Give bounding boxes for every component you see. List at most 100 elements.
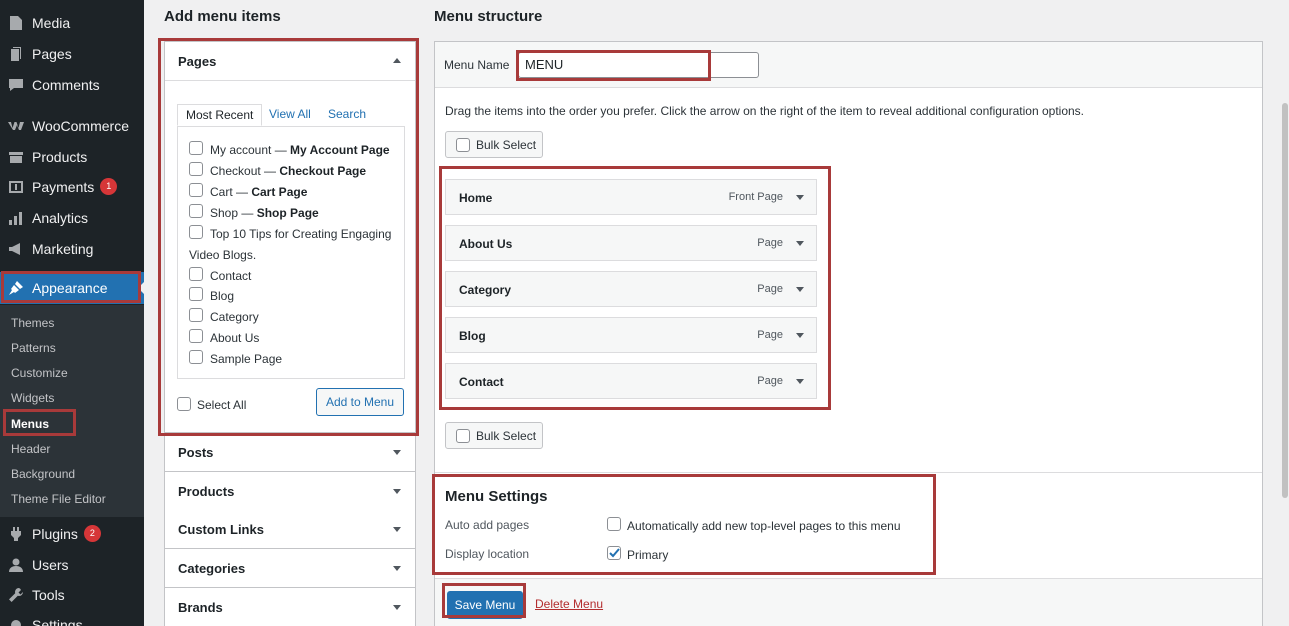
submenu-item-background[interactable]: Background (11, 467, 75, 481)
bulk-select-button-bottom[interactable]: Bulk Select (445, 422, 543, 449)
page-checkbox[interactable] (189, 267, 203, 281)
divider (165, 80, 415, 81)
appearance-icon (8, 280, 24, 296)
bulk-select-checkbox[interactable] (456, 137, 470, 152)
menu-item-contact[interactable]: Contact Page (445, 363, 817, 399)
custom-links-section-title: Custom Links (178, 522, 264, 537)
sidebar-item-label: Products (32, 148, 88, 165)
pages-section-title[interactable]: Pages (178, 54, 216, 69)
divider (435, 472, 1262, 473)
sidebar-item-users[interactable]: Users (0, 549, 144, 580)
menu-item-title: Blog (459, 329, 486, 343)
page-checkbox[interactable] (189, 329, 203, 343)
submenu-item-customize[interactable]: Customize (11, 366, 68, 380)
categories-accordion[interactable]: Categories (164, 549, 416, 588)
bulk-select-checkbox[interactable] (456, 428, 470, 443)
sidebar-item-label: Settings (32, 616, 83, 626)
menu-name-input[interactable]: MENU (518, 52, 759, 78)
sidebar-item-payments[interactable]: Payments 1 (0, 171, 144, 202)
save-menu-button[interactable]: Save Menu (447, 591, 523, 619)
sidebar-item-analytics[interactable]: Analytics (0, 202, 144, 233)
sidebar-item-marketing[interactable]: Marketing (0, 233, 144, 264)
collapse-arrow-icon[interactable] (393, 58, 401, 63)
page-checkbox[interactable] (189, 141, 203, 155)
bulk-select-button-top[interactable]: Bulk Select (445, 131, 543, 158)
menu-item-title: Home (459, 191, 493, 205)
sidebar-item-pages[interactable]: Pages (0, 38, 144, 69)
pages-accordion: Pages Most Recent View All Search My acc… (164, 41, 416, 433)
posts-accordion[interactable]: Posts (164, 433, 416, 472)
page-checkbox[interactable] (189, 287, 203, 301)
delete-menu-link[interactable]: Delete Menu (535, 597, 603, 611)
sidebar-item-woocommerce[interactable]: WooCommerce (0, 110, 144, 141)
sidebar-item-media[interactable]: Media (0, 7, 144, 38)
expand-arrow-icon[interactable] (393, 450, 401, 455)
submenu-item-patterns[interactable]: Patterns (11, 341, 56, 355)
brands-accordion[interactable]: Brands (164, 588, 416, 626)
auto-add-pages-label: Auto add pages (445, 518, 530, 532)
menu-item-category[interactable]: Category Page (445, 271, 817, 307)
products-accordion[interactable]: Products (164, 472, 416, 511)
settings-icon (8, 617, 24, 626)
submenu-item-widgets[interactable]: Widgets (11, 391, 54, 405)
menu-item-blog[interactable]: Blog Page (445, 317, 817, 353)
page-label: Top 10 Tips for Creating Engaging (210, 227, 392, 241)
page-checkbox[interactable] (189, 183, 203, 197)
menu-settings-title: Menu Settings (445, 488, 548, 505)
sidebar-item-label: WooCommerce (32, 117, 129, 134)
primary-location-text: Primary (627, 548, 669, 562)
page-checkbox[interactable] (189, 308, 203, 322)
expand-arrow-icon[interactable] (393, 566, 401, 571)
page-scrollbar[interactable] (1281, 0, 1289, 626)
expand-arrow-icon[interactable] (796, 333, 804, 338)
submenu-item-header[interactable]: Header (11, 442, 50, 456)
menu-item-type: Page (757, 375, 783, 387)
add-to-menu-button[interactable]: Add to Menu (316, 388, 404, 416)
select-all-checkbox[interactable] (177, 397, 191, 411)
page-label: Cart — Cart Page (210, 185, 308, 199)
sidebar-item-label: Pages (32, 45, 72, 62)
expand-arrow-icon[interactable] (393, 605, 401, 610)
page-checkbox[interactable] (189, 162, 203, 176)
expand-arrow-icon[interactable] (393, 489, 401, 494)
page-checkbox[interactable] (189, 225, 203, 239)
sidebar-item-label: Tools (32, 586, 65, 603)
custom-links-accordion[interactable]: Custom Links (164, 510, 416, 549)
scrollbar-thumb[interactable] (1282, 103, 1288, 498)
plugins-icon (8, 526, 24, 542)
expand-arrow-icon[interactable] (393, 527, 401, 532)
sidebar-item-comments[interactable]: Comments (0, 69, 144, 100)
sidebar-item-plugins[interactable]: Plugins 2 (0, 518, 144, 549)
sidebar-item-label: Payments (32, 178, 95, 195)
page-label: Shop — Shop Page (210, 206, 319, 220)
expand-arrow-icon[interactable] (796, 241, 804, 246)
sidebar-item-tools[interactable]: Tools (0, 579, 144, 610)
page-label: Blog (210, 289, 235, 303)
submenu-item-menus[interactable]: Menus (11, 417, 49, 431)
menu-item-title: Contact (459, 375, 504, 389)
tab-most-recent[interactable]: Most Recent (177, 104, 263, 126)
media-icon (8, 15, 24, 31)
expand-arrow-icon[interactable] (796, 287, 804, 292)
submenu-item-themes[interactable]: Themes (11, 316, 54, 330)
auto-add-checkbox[interactable] (607, 517, 621, 531)
page-label: Sample Page (210, 352, 283, 366)
page-checkbox[interactable] (189, 204, 203, 218)
page-checkbox[interactable] (189, 350, 203, 364)
tab-view-all[interactable]: View All (261, 104, 319, 126)
submenu-item-theme-file-editor[interactable]: Theme File Editor (11, 492, 106, 506)
sidebar-item-products[interactable]: Products (0, 141, 144, 172)
menu-item-about-us[interactable]: About Us Page (445, 225, 817, 261)
primary-location-checkbox[interactable] (607, 546, 621, 560)
expand-arrow-icon[interactable] (796, 195, 804, 200)
comments-icon (8, 77, 24, 93)
products-section-title: Products (178, 484, 235, 499)
sidebar-item-settings[interactable]: Settings (0, 609, 144, 626)
tab-search[interactable]: Search (320, 104, 374, 126)
menu-item-type: Page (757, 237, 783, 249)
brands-section-title: Brands (178, 600, 223, 615)
sidebar-item-appearance[interactable]: Appearance (0, 272, 144, 304)
menu-item-home[interactable]: Home Front Page (445, 179, 817, 215)
instructions-text: Drag the items into the order you prefer… (445, 104, 1085, 118)
expand-arrow-icon[interactable] (796, 379, 804, 384)
